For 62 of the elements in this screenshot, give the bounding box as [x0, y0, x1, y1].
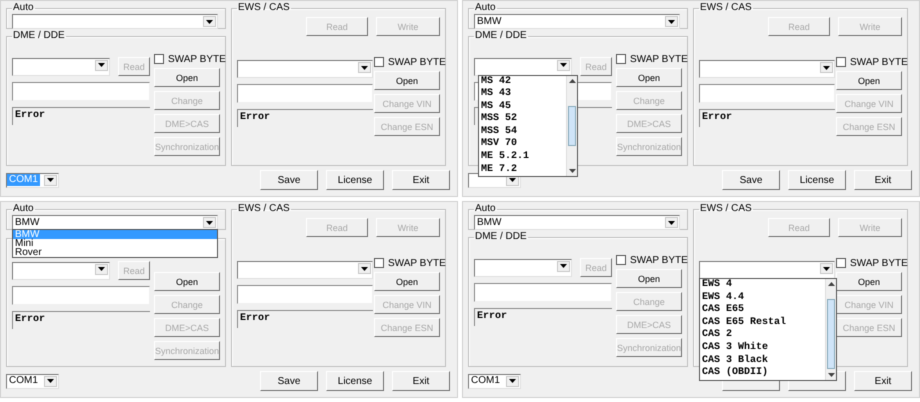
status-text: Error: [240, 313, 270, 324]
list-item[interactable]: MSV 70: [479, 138, 566, 152]
list-item[interactable]: CAS E65: [700, 304, 825, 317]
group-label: Auto: [12, 3, 35, 13]
group-label: DME / DDE: [475, 30, 527, 41]
auto-dropdown[interactable]: BMW: [474, 14, 680, 29]
action-button[interactable]: Open: [154, 68, 220, 87]
list-item[interactable]: MS 42: [479, 76, 566, 88]
list-item[interactable]: MS 45: [479, 100, 566, 114]
action-button[interactable]: License: [788, 170, 846, 190]
action-button[interactable]: Save: [260, 371, 318, 391]
action-button[interactable]: Exit: [854, 371, 912, 391]
group-label: Auto: [12, 204, 35, 214]
status-text: Error: [240, 112, 270, 123]
group-label: EWS / CAS: [237, 3, 291, 13]
list-item[interactable]: CAS 3 Black: [700, 354, 825, 368]
list-item[interactable]: MS 43: [479, 88, 566, 101]
checkbox-label: SWAP BYTE: [388, 258, 446, 268]
action-button[interactable]: Exit: [392, 371, 450, 391]
action-button[interactable]: Exit: [392, 170, 450, 190]
list-item[interactable]: EWS 4: [700, 279, 825, 292]
action-button[interactable]: Open: [616, 269, 682, 288]
list-item[interactable]: ME 5.2.1: [479, 151, 566, 164]
checkbox-label: SWAP BYTE: [630, 54, 688, 64]
list-item[interactable]: CAS 3 White: [700, 342, 825, 355]
checkbox-label: SWAP BYTE: [850, 56, 908, 68]
group-label: DME / DDE: [475, 231, 527, 242]
list-item[interactable]: ME 7.2: [479, 164, 566, 176]
checkbox-label: SWAP BYTE: [168, 54, 226, 64]
list-item[interactable]: CAS 2: [700, 329, 825, 342]
list-item[interactable]: CAS E65 Restal: [700, 316, 825, 330]
group-label: EWS / CAS: [237, 204, 291, 214]
group-label: Auto: [474, 204, 497, 214]
checkbox-label: SWAP BYTE: [850, 258, 908, 268]
action-button[interactable]: Open: [374, 71, 440, 90]
list-item[interactable]: MSS 52: [479, 113, 566, 126]
action-button[interactable]: License: [326, 170, 384, 190]
status-text: Error: [702, 112, 732, 123]
checkbox-label: SWAP BYTE: [630, 254, 688, 266]
group-label: EWS / CAS: [699, 204, 753, 214]
action-button[interactable]: Save: [722, 170, 780, 190]
status-text: Error: [477, 311, 508, 322]
action-button[interactable]: Open: [616, 68, 682, 87]
status-text: Error: [15, 314, 46, 325]
action-button[interactable]: Exit: [854, 170, 912, 190]
auto-dropdown[interactable]: BMW: [474, 215, 680, 230]
port-value: COM1: [7, 174, 40, 186]
status-text: Error: [15, 110, 46, 121]
group-label: EWS / CAS: [699, 3, 753, 13]
checkbox-label: SWAP BYTE: [388, 56, 446, 68]
action-button[interactable]: License: [326, 371, 384, 391]
action-button[interactable]: Open: [836, 71, 902, 90]
action-button[interactable]: Open: [836, 272, 902, 291]
action-button[interactable]: Open: [374, 272, 440, 291]
list-item[interactable]: MSS 54: [479, 126, 566, 138]
list-item[interactable]: EWS 4.4: [700, 292, 825, 304]
group-label: DME / DDE: [13, 30, 65, 41]
group-label: Auto: [474, 3, 497, 13]
port-dropdown[interactable]: COM1: [6, 374, 59, 388]
action-button[interactable]: Save: [260, 170, 318, 190]
list-item[interactable]: CAS (OBDII): [700, 367, 825, 380]
port-dropdown[interactable]: COM1: [468, 374, 521, 388]
